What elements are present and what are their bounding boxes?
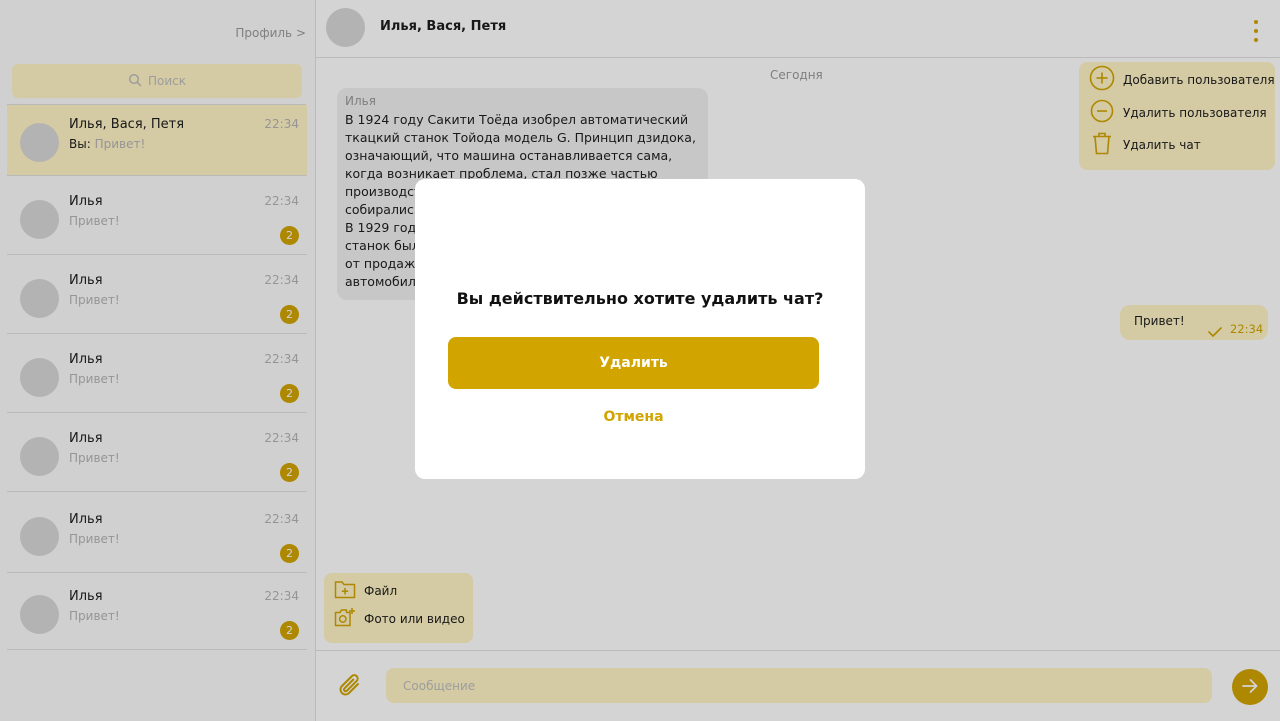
cancel-button[interactable]: Отмена [448,409,819,425]
dialog-question: Вы действительно хотите удалить чат? [456,289,824,308]
confirm-delete-button[interactable]: Удалить [448,337,819,389]
delete-chat-dialog: Вы действительно хотите удалить чат? Уда… [415,179,865,479]
